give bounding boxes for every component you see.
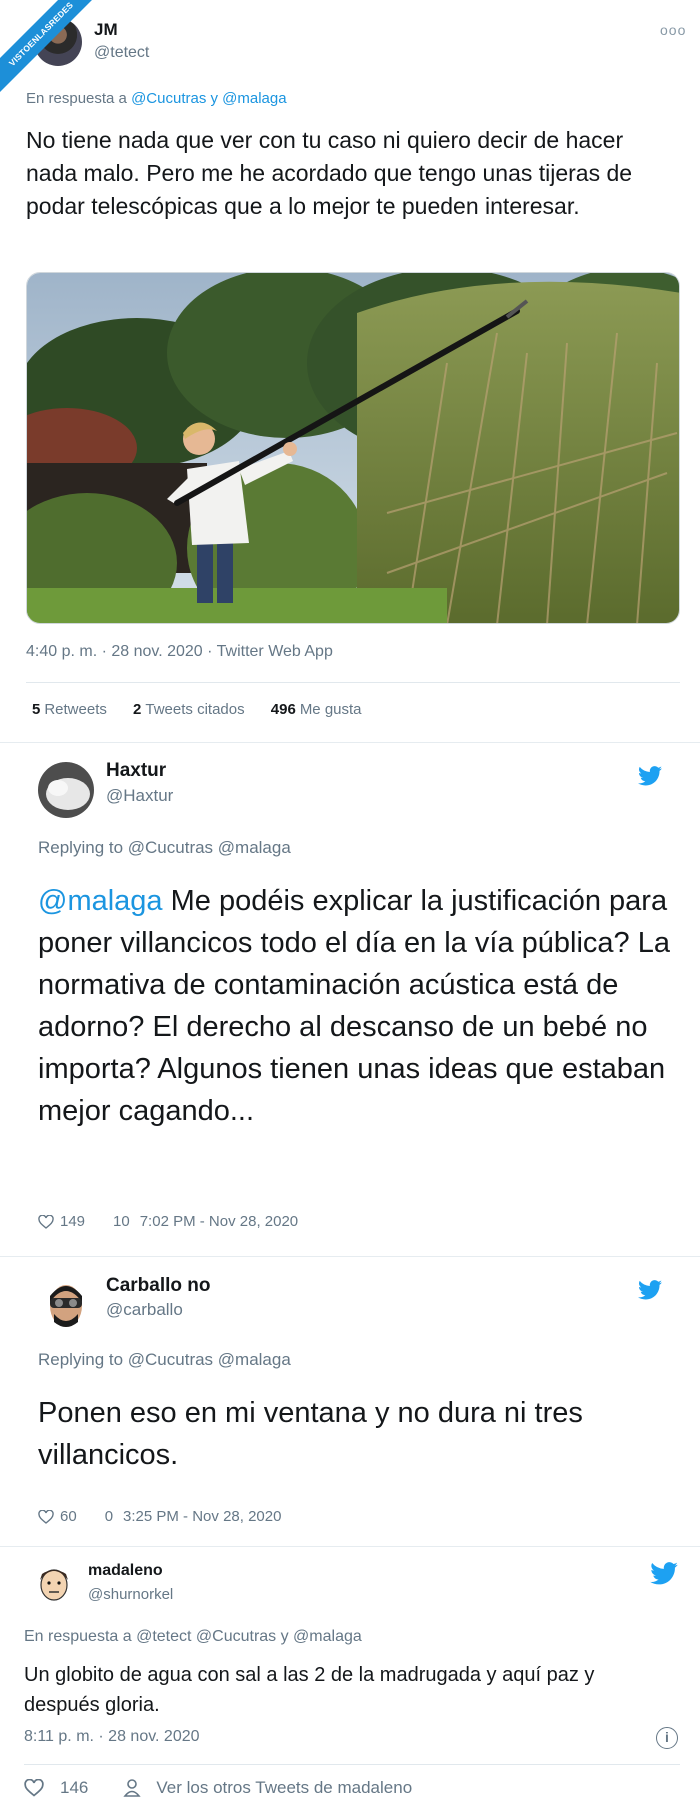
author-handle[interactable]: @carballo (106, 1300, 183, 1320)
reply-context: En respuesta a @Cucutras y @malaga (26, 90, 287, 107)
tweet-timestamp[interactable]: 8:11 p. m. · 28 nov. 2020 (24, 1728, 200, 1746)
divider (0, 742, 700, 743)
tweet-timestamp[interactable]: 3:25 PM - Nov 28, 2020 (123, 1508, 281, 1525)
tweet-text: Un globito de agua con sal a las 2 de la… (24, 1664, 595, 1716)
retweets-stat[interactable]: 5 Retweets (32, 701, 107, 718)
retweets-count: 5 (32, 701, 41, 718)
heart-icon[interactable] (38, 1509, 54, 1524)
author-name[interactable]: madaleno (88, 1562, 163, 1580)
replying-to: Replying to @Cucutras @malaga (38, 838, 291, 857)
quotes-label: Tweets citados (145, 701, 245, 718)
reply-prefix: En respuesta a (26, 90, 132, 107)
retweets-label: Retweets (44, 701, 107, 718)
quotes-count: 2 (133, 701, 142, 718)
tweet-timestamp[interactable]: 4:40 p. m. · 28 nov. 2020 · Twitter Web … (26, 643, 333, 661)
info-icon[interactable]: i (656, 1727, 678, 1749)
reply-mentions[interactable]: @Cucutras y @malaga (131, 90, 287, 107)
author-handle[interactable]: @shurnorkel (88, 1586, 173, 1603)
likes-stat[interactable]: 496 Me gusta (271, 701, 362, 718)
main-tweet: JM @tetect ooo En respuesta a @Cucutras … (0, 0, 700, 740)
tweet-footer: 149 10 7:02 PM - Nov 28, 2020 (38, 1213, 326, 1230)
quotes-stat[interactable]: 2 Tweets citados (133, 701, 245, 718)
tweet-text: No tiene nada que ver con tu caso ni qui… (26, 127, 633, 219)
tweet-text: Ponen eso en mi ventana y no dura ni tre… (38, 1397, 583, 1471)
tweet-timestamp[interactable]: 7:02 PM - Nov 28, 2020 (140, 1213, 298, 1230)
twitter-bird-icon[interactable] (638, 766, 662, 786)
avatar-image (38, 1276, 94, 1332)
reply-context: En respuesta a @tetect @Cucutras y @mala… (24, 1628, 362, 1646)
see-more-tweets-link[interactable]: Ver los otros Tweets de madaleno (156, 1778, 412, 1798)
author-handle[interactable]: @tetect (94, 44, 149, 62)
tweet-photo[interactable] (26, 272, 680, 624)
tweet-text: @malaga Me podéis explicar la justificac… (38, 880, 678, 1132)
avatar[interactable] (38, 762, 94, 818)
author-name[interactable]: Haxtur (106, 760, 166, 782)
twitter-bird-icon[interactable] (638, 1280, 662, 1300)
author-handle[interactable]: @Haxtur (106, 786, 173, 806)
engagement-stats: 5 Retweets 2 Tweets citados 496 Me gusta (32, 701, 384, 718)
divider (0, 1546, 700, 1547)
retweets-count: 0 (104, 1508, 114, 1525)
avatar[interactable] (30, 1558, 78, 1606)
author-name[interactable]: JM (94, 20, 118, 40)
likes-count: 60 (60, 1508, 77, 1525)
garden-pruning-photo (27, 273, 679, 623)
heart-icon[interactable] (24, 1779, 44, 1797)
mention-link[interactable]: @malaga (38, 885, 163, 917)
author-name[interactable]: Carballo no (106, 1275, 211, 1297)
avatar-image (30, 1558, 78, 1606)
avatar-image (38, 762, 94, 818)
divider (26, 682, 680, 683)
more-options-icon[interactable]: ooo (660, 22, 686, 38)
person-icon (123, 1779, 142, 1797)
replying-to: Replying to @Cucutras @malaga (38, 1350, 291, 1369)
retweets-count: 10 (113, 1213, 130, 1230)
tweet-footer: 60 0 3:25 PM - Nov 28, 2020 (38, 1508, 309, 1525)
divider (0, 1256, 700, 1257)
tweet-text-body: Me podéis explicar la justificación para… (38, 885, 670, 1127)
reply-prefix: En respuesta a (24, 1628, 137, 1645)
likes-count: 149 (60, 1213, 86, 1230)
heart-icon[interactable] (38, 1214, 54, 1229)
reply-mentions[interactable]: @tetect @Cucutras y @malaga (136, 1628, 362, 1645)
avatar[interactable] (38, 1276, 94, 1332)
likes-count: 496 (270, 701, 296, 718)
likes-label: Me gusta (299, 701, 362, 718)
tweet-footer: 146 Ver los otros Tweets de madaleno (24, 1778, 412, 1798)
divider (24, 1764, 680, 1765)
twitter-bird-icon[interactable] (650, 1562, 678, 1585)
likes-count: 146 (60, 1778, 89, 1797)
